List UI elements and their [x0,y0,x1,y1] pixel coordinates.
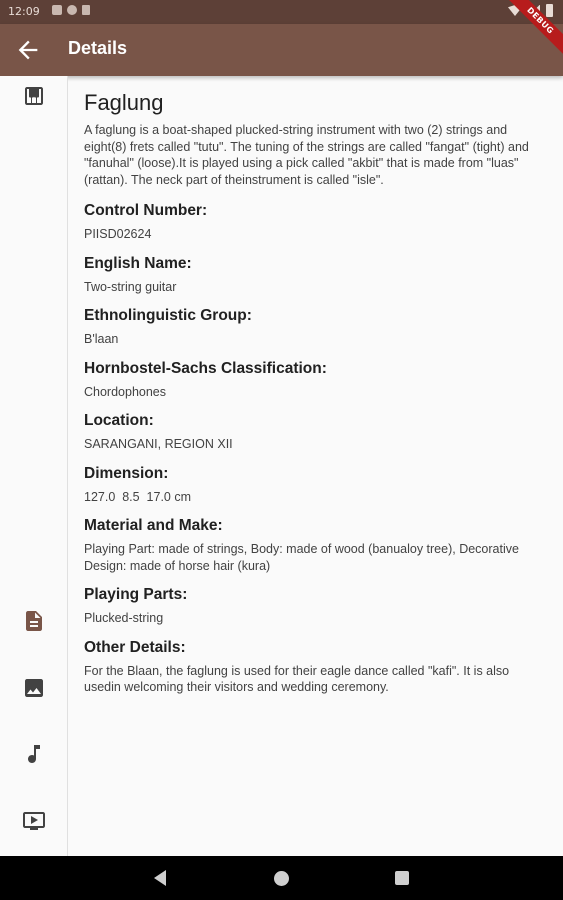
page-title: Details [68,38,128,58]
field-value: 127.0 8.5 17.0 cm [84,489,192,504]
field-label: Hornbostel-Sachs Classification: [84,359,327,377]
app-bar: Details [0,24,563,76]
back-arrow-icon[interactable] [14,36,42,64]
instrument-name: Faglung [84,90,164,115]
navigation-rail [0,76,68,856]
field-label: Playing Parts: [84,586,188,603]
field-other-details: Other Details: For the Blaan, the faglun… [84,639,544,696]
field-value: Plucked-string [84,611,164,625]
nav-recents-icon[interactable] [395,871,409,885]
field-control-number: Control Number: PIISD02624 [84,202,544,243]
field-label: Control Number: [84,202,208,219]
image-icon[interactable] [22,676,46,700]
field-material-and-make: Material and Make: Playing Part: made of… [84,517,544,574]
field-ethnolinguistic-group: Ethnolinguistic Group: B'laan [84,307,544,348]
notification-icons [52,5,90,15]
field-value: Two-string guitar [84,279,177,294]
field-label: Material and Make: [84,517,223,534]
field-value: PIISD02624 [84,227,152,241]
field-value: SARANGANI, REGION XII [84,437,233,451]
field-label: Ethnolinguistic Group: [84,307,252,324]
field-value: B'laan [84,332,119,346]
field-value: Chordophones [84,384,167,399]
sync-icon [67,5,77,15]
instrument-description: A faglung is a boat-shaped plucked-strin… [84,123,529,187]
description-icon[interactable] [22,609,46,633]
notification-icon [52,5,62,15]
sd-card-icon [82,5,90,15]
nav-home-icon[interactable] [274,871,289,886]
music-note-icon[interactable] [22,742,46,766]
piano-icon[interactable] [22,84,46,108]
field-label: Location: [84,412,154,429]
field-label: English Name: [84,254,192,272]
battery-icon [546,4,553,17]
field-location: Location: SARANGANI, REGION XII [84,412,544,453]
field-classification: Hornbostel-Sachs Classification: Chordop… [84,360,544,401]
details-content: Faglung A faglung is a boat-shaped pluck… [84,90,544,708]
field-english-name: English Name: Two-string guitar [84,255,544,296]
field-value: For the Blaan, the faglung is used for t… [84,663,510,695]
status-bar: 12:09 [0,0,563,24]
status-time: 12:09 [8,5,40,18]
field-playing-parts: Playing Parts: Plucked-string [84,586,544,627]
field-value: Playing Part: made of strings, Body: mad… [84,542,519,573]
video-icon[interactable] [22,809,46,833]
system-navigation-bar [0,856,563,900]
nav-back-icon[interactable] [154,870,166,886]
field-label: Dimension: [84,464,169,482]
field-dimension: Dimension: 127.0 8.5 17.0 cm [84,465,544,506]
field-label: Other Details: [84,638,186,656]
